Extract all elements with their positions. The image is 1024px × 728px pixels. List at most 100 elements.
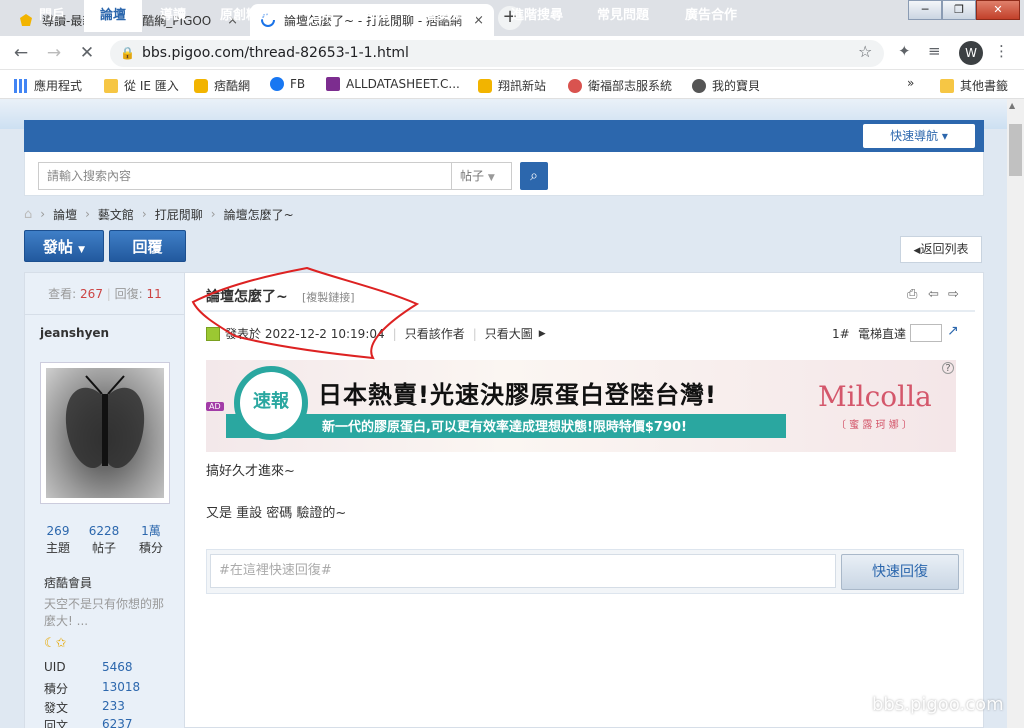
quick-reply-button[interactable]: 快速回復 [841, 554, 959, 590]
replies-detail-value[interactable]: 6237 [102, 717, 133, 728]
nav-guide[interactable]: 導讀 [146, 0, 200, 32]
jump-to-floor-label: 電梯直達 [858, 327, 907, 341]
posts-label: 帖子 [91, 541, 116, 555]
pigoo-icon [194, 78, 208, 93]
search-type-select[interactable]: 帖子 ▼ [452, 162, 512, 190]
play-arrow-icon[interactable]: ▶ [539, 329, 546, 339]
star-icon: ✩ [55, 636, 67, 651]
author-replies-detail: 回文 6237 [44, 717, 133, 728]
bookmark-fb[interactable]: FB [270, 77, 305, 91]
ad-headline: 日本熱賣!光速決膠原蛋白登陸台灣! [318, 381, 717, 409]
new-post-button[interactable]: 發帖 ▼ [24, 230, 104, 262]
bookmark-star-icon[interactable]: ☆ [858, 42, 872, 61]
main-nav [24, 120, 984, 152]
nav-community[interactable]: 社群 [290, 0, 346, 32]
pigoo-icon [478, 78, 492, 93]
bookmark-label: 衛福部志服系統 [588, 79, 673, 93]
author-points-detail: 積分 13018 [44, 680, 140, 697]
ad-info-icon[interactable]: ? [942, 362, 954, 374]
ad-tag: AD [206, 402, 224, 411]
jump-go-icon[interactable]: ↗ [947, 323, 959, 339]
pdf-icon [326, 77, 340, 91]
minimize-button[interactable]: ─ [908, 0, 942, 20]
author-posts[interactable]: 6228 帖子 [80, 523, 128, 557]
lock-icon[interactable]: 🔒 [120, 46, 135, 60]
author-topics[interactable]: 269 主題 [34, 523, 82, 557]
nav-faq[interactable]: 常見問題 [586, 0, 660, 32]
other-bookmarks[interactable]: 其他書籤 [940, 77, 1008, 94]
post-line-2: 又是 重設 密碼 驗證的~ [206, 506, 347, 521]
bookmark-xiangxun[interactable]: 翔訊新站 [478, 77, 546, 94]
next-thread-icon[interactable]: ⇨ [948, 287, 959, 302]
topics-value: 269 [46, 524, 70, 538]
author-name[interactable]: jeanshyen [40, 326, 109, 340]
replies-label: 回復: [114, 287, 143, 301]
page-scrollbar[interactable] [1007, 99, 1024, 728]
chevron-down-icon: ▼ [487, 173, 495, 183]
nav-forum[interactable]: 論壇 [84, 0, 142, 32]
search-input[interactable]: 請輸入搜索內容 [38, 162, 452, 190]
threads-detail-label: 發文 [44, 701, 69, 715]
nav-advanced-search[interactable]: 進階搜尋 [500, 0, 574, 32]
author-points[interactable]: 1萬 積分 [127, 523, 175, 557]
bookmark-pigoo[interactable]: 痞酷網 [194, 77, 250, 94]
uid-value[interactable]: 5468 [102, 660, 133, 674]
bookmark-label: 痞酷網 [214, 79, 251, 93]
bookmark-label: 從 IE 匯入 [124, 79, 179, 93]
bookmarks-overflow[interactable]: » [907, 76, 914, 90]
breadcrumb-chat[interactable]: 打屁閒聊 [155, 206, 203, 223]
threads-detail-value[interactable]: 233 [102, 699, 125, 713]
new-post-label: 發帖 [42, 238, 73, 256]
breadcrumb-thread[interactable]: 論壇怎麼了~ [224, 206, 294, 223]
nav-portal[interactable]: 門戶 [24, 0, 80, 32]
menu-kebab-icon[interactable]: ⋮ [994, 42, 1009, 60]
back-to-list-button[interactable]: ◀返回列表 [900, 236, 982, 263]
points-value: 1萬 [141, 524, 161, 538]
nav-tribe[interactable]: 部落 [350, 0, 406, 32]
bookmark-ie-import[interactable]: 從 IE 匯入 [104, 77, 179, 94]
nav-original[interactable]: 原創精選 [208, 0, 284, 32]
views-label: 查看: [48, 287, 77, 301]
breadcrumb-arts[interactable]: 藝文館 [98, 206, 134, 223]
close-window-button[interactable]: ✕ [976, 0, 1020, 20]
media-control-icon[interactable]: ≡ [928, 42, 941, 60]
print-icon[interactable]: ⎙ [907, 287, 917, 302]
bookmark-label: 翔訊新站 [498, 79, 547, 93]
extensions-icon[interactable]: ✦ [898, 42, 911, 60]
author-threads-detail: 發文 233 [44, 699, 125, 716]
search-icon: ⌕ [530, 168, 538, 184]
address-bar[interactable]: bbs.pigoo.com/thread-82653-1-1.html [110, 40, 884, 67]
home-icon[interactable]: ⌂ [24, 207, 32, 222]
scroll-up-icon[interactable]: ▲ [1009, 101, 1015, 110]
rank-stars: ☾✩ [44, 636, 67, 651]
scrollbar-thumb[interactable] [1009, 124, 1022, 176]
nav-ad-cooperation[interactable]: 廣告合作 [672, 0, 750, 32]
reply-button[interactable]: 回覆 [109, 230, 186, 262]
posts-value: 6228 [88, 524, 120, 538]
bookmark-alldatasheet[interactable]: ALLDATASHEET.C... [326, 77, 460, 91]
forward-arrow-icon[interactable]: → [43, 42, 65, 64]
search-button[interactable]: ⌕ [520, 162, 548, 190]
search-type-label: 帖子 [460, 169, 485, 183]
bookmark-mohw[interactable]: 衛福部志服系統 [568, 77, 672, 94]
maximize-button[interactable]: ❐ [942, 0, 976, 20]
quick-reply-input[interactable]: #在這裡快速回復# [210, 554, 836, 588]
points-detail-value[interactable]: 13018 [102, 680, 140, 694]
uid-label: UID [44, 660, 66, 674]
bookmark-my-baby[interactable]: 我的寶貝 [692, 77, 760, 94]
breadcrumb-forum[interactable]: 論壇 [53, 206, 77, 223]
profile-avatar[interactable]: W [959, 41, 983, 65]
floor-jump-input[interactable] [910, 324, 942, 342]
bookmark-apps[interactable]: 應用程式 [14, 77, 82, 94]
author-avatar[interactable] [40, 362, 170, 504]
folder-icon [940, 78, 954, 93]
quick-nav-button[interactable]: 快速導航 ▾ [863, 124, 975, 148]
previous-thread-icon[interactable]: ⇦ [928, 287, 939, 302]
stop-loading-icon[interactable]: ✕ [76, 42, 98, 64]
only-big-images-link[interactable]: 只看大圖 [485, 325, 533, 342]
nav-member-rules[interactable]: 會員須知 [414, 0, 488, 32]
points-detail-label: 積分 [44, 682, 69, 696]
author-rank[interactable]: 痞酷會員 [44, 574, 92, 591]
back-arrow-icon[interactable]: ← [10, 42, 32, 64]
red-annotation-outline [191, 266, 420, 360]
